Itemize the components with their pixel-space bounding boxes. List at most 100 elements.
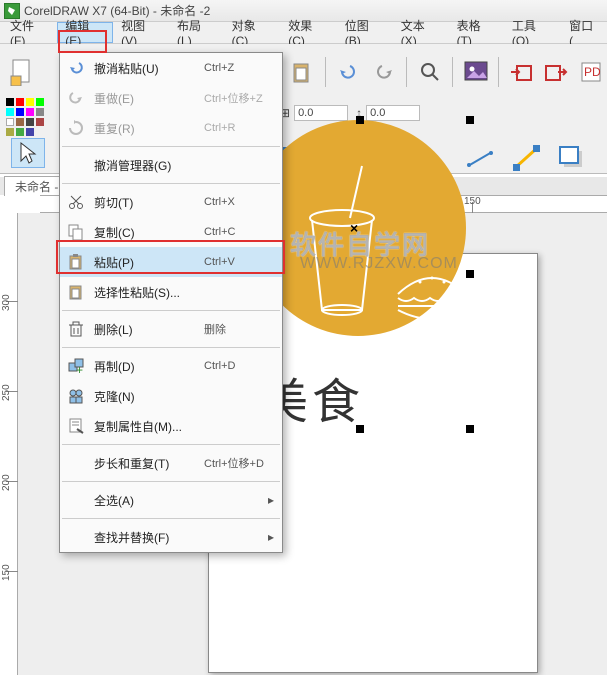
menu-item-label: 重复(R) [92,120,204,137]
artwork-cup-icon [290,160,400,320]
submenu-arrow-icon: ▸ [268,530,274,544]
redo-icon [60,89,92,107]
toolbar-separator [406,57,407,87]
menu-item-shortcut: Ctrl+位移+Z [204,90,282,106]
menu-item-label: 粘贴(P) [92,254,204,271]
svg-text:PD: PD [584,65,601,79]
selection-center-mark: × [350,220,358,236]
menu-clone[interactable]: 克隆(N) [60,381,282,411]
menu-select-all[interactable]: 全选(A) ▸ [60,485,282,515]
menu-separator [62,310,280,311]
undo-icon[interactable] [334,54,363,90]
menu-repeat: 重复(R) Ctrl+R [60,113,282,143]
pick-tool-icon[interactable] [11,138,45,168]
menu-copy[interactable]: 复制(C) Ctrl+C [60,217,282,247]
menu-bitmaps[interactable]: 位图(B) [337,22,393,43]
image-icon[interactable] [461,54,490,90]
menu-paste-special[interactable]: 选择性粘贴(S)... [60,277,282,307]
menu-effects[interactable]: 效果(C) [280,22,337,43]
menu-item-shortcut: Ctrl+R [204,122,282,134]
menu-text[interactable]: 文本(X) [393,22,449,43]
clipboard-icon [60,253,92,271]
menu-item-shortcut: Ctrl+位移+D [204,455,282,471]
scissors-icon [60,193,92,211]
menu-table[interactable]: 表格(T) [449,22,504,43]
menu-item-label: 撤消管理器(G) [92,157,204,174]
menu-separator [62,146,280,147]
shadow-tool-icon[interactable] [556,141,590,175]
selection-handle[interactable] [466,270,474,278]
new-doc-icon[interactable] [8,54,37,90]
selection-handle[interactable] [356,425,364,433]
menu-item-label: 剪切(T) [92,194,204,211]
menu-layout[interactable]: 布局(L) [169,22,224,43]
selection-handle[interactable] [356,116,364,124]
menu-item-label: 全选(A) [92,492,282,509]
menu-item-label: 克隆(N) [92,388,204,405]
ruler-vertical: 300 250 200 150 [0,213,18,675]
menu-item-shortcut: 删除 [204,321,282,337]
selection-handle[interactable] [466,116,474,124]
menu-item-label: 步长和重复(T) [92,455,204,472]
paste-icon[interactable] [288,54,317,90]
redo-icon[interactable] [369,54,398,90]
menu-paste[interactable]: 粘贴(P) Ctrl+V [60,247,282,277]
menu-separator [62,347,280,348]
menu-edit[interactable]: 编辑(E) [57,22,113,43]
menu-item-label: 撤消粘贴(U) [92,60,204,77]
copy-props-icon [60,417,92,435]
color-picker[interactable] [4,96,54,128]
menu-window[interactable]: 窗口( [561,22,605,43]
left-toolbox [6,138,50,168]
toolbar-separator [498,57,499,87]
prop-x-value[interactable]: 0.0 [294,105,348,121]
prop-y-value[interactable]: 0.0 [366,105,420,121]
undo-icon [60,59,92,77]
menu-item-shortcut: Ctrl+V [204,256,282,268]
menu-duplicate[interactable]: + 再制(D) Ctrl+D [60,351,282,381]
toolbar-separator [325,57,326,87]
svg-text:+: + [76,363,83,375]
menu-object[interactable]: 对象(C) [224,22,281,43]
menu-redo: 重做(E) Ctrl+位移+Z [60,83,282,113]
dimension-tool-icon[interactable] [464,141,498,175]
menu-item-label: 重做(E) [92,90,204,107]
menu-view[interactable]: 视图(V) [113,22,169,43]
export-icon[interactable] [507,54,536,90]
import-icon[interactable] [542,54,571,90]
connector-tool-icon[interactable] [510,141,544,175]
copy-icon [60,223,92,241]
menu-copy-properties[interactable]: 复制属性自(M)... [60,411,282,441]
menu-item-label: 复制(C) [92,224,204,241]
menu-separator [62,183,280,184]
menu-cut[interactable]: 剪切(T) Ctrl+X [60,187,282,217]
menu-item-shortcut: Ctrl+Z [204,62,282,74]
menu-step-repeat[interactable]: 步长和重复(T) Ctrl+位移+D [60,448,282,478]
menu-tools[interactable]: 工具(O) [504,22,561,43]
submenu-arrow-icon: ▸ [268,493,274,507]
edit-menu-dropdown: 撤消粘贴(U) Ctrl+Z 重做(E) Ctrl+位移+Z 重复(R) Ctr… [59,52,283,553]
menu-item-label: 查找并替换(F) [92,529,282,546]
menu-separator [62,481,280,482]
menu-undo-manager[interactable]: 撤消管理器(G) [60,150,282,180]
clone-icon [60,387,92,405]
search-icon[interactable] [415,54,444,90]
menu-item-label: 再制(D) [92,358,204,375]
menu-item-label: 复制属性自(M)... [92,418,204,435]
menu-delete[interactable]: 删除(L) 删除 [60,314,282,344]
menu-item-shortcut: Ctrl+X [204,196,282,208]
duplicate-icon: + [60,357,92,375]
menu-find-replace[interactable]: 查找并替换(F) ▸ [60,522,282,552]
pdf-icon[interactable]: PD [578,54,607,90]
menu-item-shortcut: Ctrl+C [204,226,282,238]
repeat-icon [60,119,92,137]
menu-item-label: 选择性粘贴(S)... [92,284,204,301]
menu-item-shortcut: Ctrl+D [204,360,282,372]
artwork-burger-icon [392,268,472,328]
menu-separator [62,518,280,519]
menu-undo-paste[interactable]: 撤消粘贴(U) Ctrl+Z [60,53,282,83]
toolbar-separator [452,57,453,87]
menu-file[interactable]: 文件(F) [2,22,57,43]
menu-separator [62,444,280,445]
selection-handle[interactable] [466,425,474,433]
